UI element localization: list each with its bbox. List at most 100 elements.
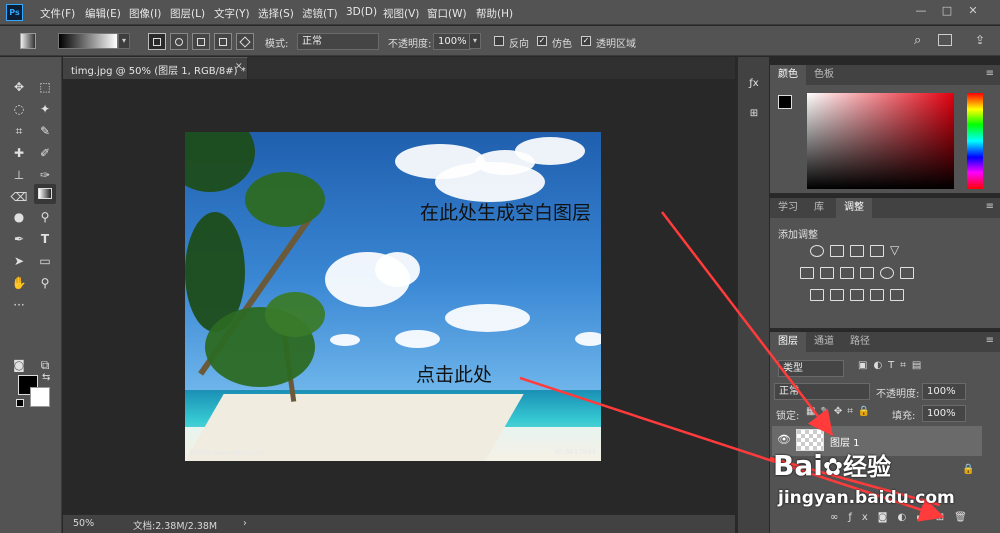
panel-foreground-swatch[interactable] [778, 95, 792, 109]
black-white-icon[interactable] [840, 267, 854, 279]
gradient-map-icon[interactable] [870, 289, 884, 301]
photo-filter-icon[interactable] [860, 267, 874, 279]
tab-paths[interactable]: 路径 [842, 332, 878, 352]
clone-stamp-tool-icon[interactable]: ⊥ [8, 165, 30, 185]
curves-adjust-icon[interactable] [850, 245, 864, 257]
workspace-icon[interactable] [938, 34, 952, 46]
menu-view[interactable]: 视图(V) [383, 6, 419, 21]
color-balance-icon[interactable] [820, 267, 834, 279]
tab-learn[interactable]: 学习 [770, 198, 806, 218]
minimize-button[interactable]: — [910, 2, 932, 20]
dodge-tool-icon[interactable]: ⚲ [34, 207, 56, 227]
history-panel-icon[interactable]: ƒx [744, 75, 764, 93]
brush-tool-icon[interactable]: ✐ [34, 143, 56, 163]
magic-wand-tool-icon[interactable]: ✦ [34, 99, 56, 119]
eyedropper-tool-icon[interactable]: ✎ [34, 121, 56, 141]
levels-adjust-icon[interactable] [830, 245, 844, 257]
history-brush-tool-icon[interactable]: ✑ [34, 165, 56, 185]
background-color-swatch[interactable] [30, 387, 50, 407]
close-tab-icon[interactable]: ✕ [235, 62, 243, 72]
menu-edit[interactable]: 编辑(E) [85, 6, 121, 21]
posterize-icon[interactable] [830, 289, 844, 301]
linear-gradient-button[interactable] [148, 33, 166, 50]
tab-channels[interactable]: 通道 [806, 332, 842, 352]
layer-style-icon[interactable]: ƒx [848, 512, 877, 523]
document-tab[interactable]: timg.jpg @ 50% (图层 1, RGB/8#) * ✕ [63, 57, 248, 79]
marquee-tool-icon[interactable]: ⬚ [34, 77, 56, 97]
new-layer-icon[interactable]: ⊞ [936, 512, 954, 523]
layer-opacity-field[interactable]: 100% [922, 383, 966, 400]
vibrance-adjust-icon[interactable]: ▽ [890, 243, 899, 257]
gradient-tool-icon[interactable] [34, 184, 56, 204]
default-colors-icon[interactable] [16, 399, 24, 407]
status-menu-icon[interactable]: › [243, 518, 247, 529]
threshold-icon[interactable] [850, 289, 864, 301]
blend-mode-select[interactable]: 正常 [774, 383, 870, 400]
color-panel-menu-icon[interactable]: ≡ [986, 68, 994, 79]
hand-tool-icon[interactable]: ✋ [8, 273, 30, 293]
transparency-checkbox[interactable]: ✓ [581, 36, 591, 46]
invert-icon[interactable] [810, 289, 824, 301]
menu-window[interactable]: 窗口(W) [427, 6, 467, 21]
lasso-tool-icon[interactable]: ◌ [8, 99, 30, 119]
more-tools-icon[interactable]: ··· [8, 295, 30, 315]
properties-panel-icon[interactable]: ⊞ [744, 105, 764, 123]
tab-swatches[interactable]: 色板 [806, 65, 842, 85]
menu-help[interactable]: 帮助(H) [476, 6, 513, 21]
color-spectrum-field[interactable] [807, 93, 954, 189]
adjustment-layer-icon[interactable]: ◐ [898, 512, 917, 523]
quick-mask-icon[interactable]: ◙ [8, 355, 30, 375]
angle-gradient-button[interactable] [192, 33, 210, 50]
path-selection-tool-icon[interactable]: ➤ [8, 251, 30, 271]
link-layers-icon[interactable]: ∞ [830, 512, 848, 523]
menu-filter[interactable]: 滤镜(T) [302, 6, 338, 21]
reflected-gradient-button[interactable] [214, 33, 232, 50]
selective-color-icon[interactable] [890, 289, 904, 301]
menu-image[interactable]: 图像(I) [129, 6, 161, 21]
new-group-icon[interactable]: ▬ [916, 512, 935, 523]
opacity-field[interactable]: 100% [433, 33, 471, 50]
screen-mode-icon[interactable]: ⧉ [34, 355, 56, 375]
exposure-adjust-icon[interactable] [870, 245, 884, 257]
lock-icons[interactable]: ▦✎✥⌗🔒 [806, 406, 875, 417]
channel-mixer-icon[interactable] [880, 267, 894, 279]
tab-libraries[interactable]: 库 [806, 198, 832, 218]
blur-tool-icon[interactable]: ● [8, 207, 30, 227]
crop-tool-icon[interactable]: ⌗ [8, 121, 30, 141]
diamond-gradient-button[interactable] [236, 33, 254, 50]
opacity-dropdown-icon[interactable]: ▾ [469, 33, 481, 49]
tab-layers[interactable]: 图层 [770, 332, 806, 352]
reverse-checkbox[interactable] [494, 36, 504, 46]
eraser-tool-icon[interactable]: ⌫ [8, 187, 30, 207]
type-tool-icon[interactable]: T [34, 229, 56, 249]
tool-preset-icon[interactable] [20, 33, 36, 49]
close-button[interactable]: ✕ [962, 2, 984, 20]
document-image[interactable]: 昵图网 www.nipic.com ID:6617894 [185, 132, 601, 461]
brightness-adjust-icon[interactable] [810, 245, 824, 257]
layer-filter-icons[interactable]: ▣◐T⌗▤ [858, 360, 927, 371]
menu-layer[interactable]: 图层(L) [170, 6, 205, 21]
menu-select[interactable]: 选择(S) [258, 6, 294, 21]
share-icon[interactable]: ⇪ [975, 33, 985, 47]
healing-brush-tool-icon[interactable]: ✚ [8, 143, 30, 163]
color-lookup-icon[interactable] [900, 267, 914, 279]
tab-adjustments[interactable]: 调整 [836, 198, 872, 218]
hue-saturation-icon[interactable] [800, 267, 814, 279]
move-tool-icon[interactable]: ✥ [8, 77, 30, 97]
layers-panel-menu-icon[interactable]: ≡ [986, 335, 994, 346]
fill-field[interactable]: 100% [922, 405, 966, 422]
gradient-dropdown-icon[interactable]: ▾ [118, 33, 130, 49]
menu-type[interactable]: 文字(Y) [214, 6, 250, 21]
pen-tool-icon[interactable]: ✒ [8, 229, 30, 249]
dither-checkbox[interactable]: ✓ [537, 36, 547, 46]
zoom-tool-icon[interactable]: ⚲ [34, 273, 56, 293]
menu-3d[interactable]: 3D(D) [346, 6, 377, 18]
adjustments-panel-menu-icon[interactable]: ≡ [986, 201, 994, 212]
layer-filter-select[interactable]: 类型 [778, 360, 844, 377]
radial-gradient-button[interactable] [170, 33, 188, 50]
zoom-level[interactable]: 50% [73, 518, 94, 529]
mode-select[interactable]: 正常 [297, 33, 379, 50]
search-icon[interactable]: ⌕ [914, 33, 921, 48]
tab-color[interactable]: 颜色 [770, 65, 806, 85]
delete-layer-icon[interactable]: 🗑 [954, 512, 977, 523]
